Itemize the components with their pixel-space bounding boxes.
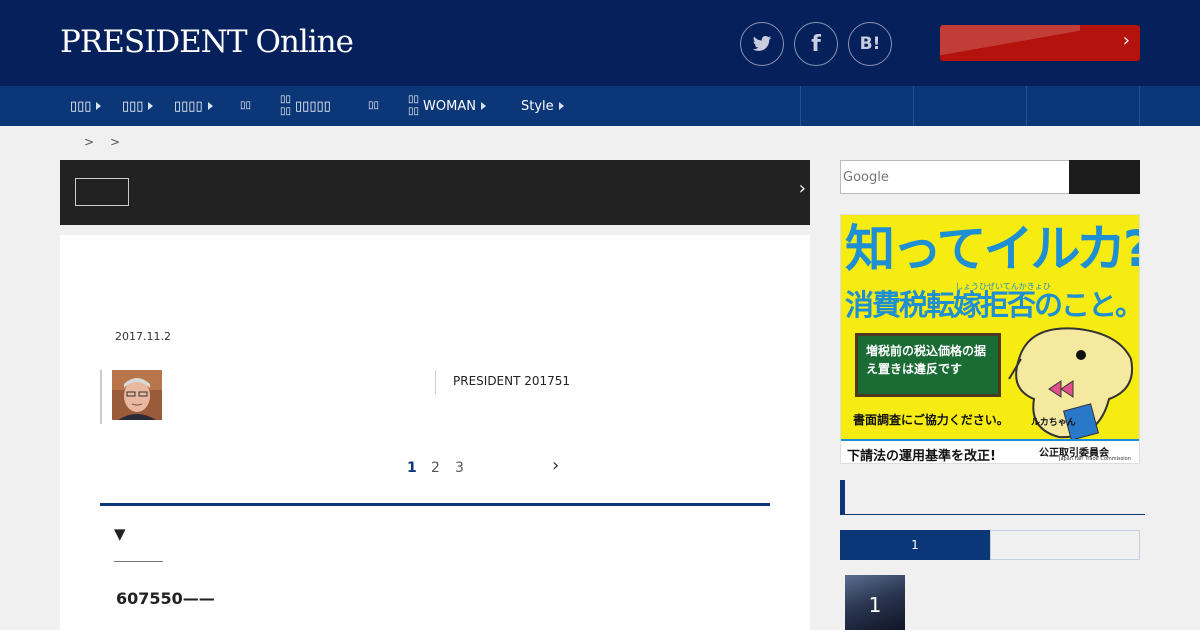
- ranking-thumbnail[interactable]: 1: [845, 575, 905, 630]
- section-divider: [100, 503, 770, 506]
- facebook-share-button[interactable]: f: [794, 22, 838, 66]
- caret-right-icon: [207, 102, 213, 110]
- facebook-icon: f: [811, 31, 821, 57]
- author-portrait-image: [112, 370, 162, 420]
- caret-right-icon: [96, 102, 102, 110]
- nav-item-label: ▯▯▯▯▯: [295, 98, 331, 114]
- nav-util-3[interactable]: [1026, 86, 1139, 126]
- nav-item-4[interactable]: ▯▯: [240, 86, 255, 126]
- header-cta-button[interactable]: ›: [940, 25, 1140, 61]
- ad-mascot-name: ルカちゃん: [1031, 418, 1076, 428]
- ad-title: 知ってイルカ?: [845, 220, 1140, 278]
- nav-item-label: ▯▯: [368, 100, 380, 111]
- ad-footer: 下請法の運用基準を改正! 公正取引委員会 Japan Fair Trade Co…: [841, 439, 1139, 464]
- page-link-1[interactable]: 1: [407, 460, 417, 476]
- nav-item-label: ▯▯▯: [70, 98, 92, 114]
- nav-item-label: WOMAN: [423, 98, 476, 114]
- site-header: PRESIDENT Online f B! ›: [0, 0, 1200, 86]
- article-heading: 607550——: [116, 589, 215, 608]
- next-page-button[interactable]: ›: [552, 455, 559, 476]
- ranking-heading: [840, 480, 1145, 515]
- nav-util-2[interactable]: [913, 86, 1026, 126]
- author-divider: [100, 370, 102, 424]
- nav-item-6[interactable]: ▯▯: [368, 86, 383, 126]
- ranking-tab-inactive[interactable]: [990, 530, 1140, 560]
- caret-right-icon: [480, 102, 486, 110]
- chevron-right-icon: ›: [1122, 30, 1130, 51]
- nav-item-label-bottom: ▯▯: [280, 106, 292, 117]
- chevron-right-icon: ›: [798, 178, 806, 199]
- source-divider: [435, 370, 436, 394]
- nav-item-label-bottom: ▯▯: [408, 106, 420, 117]
- sidebar-ad[interactable]: 知ってイルカ? しょうひぜいてんかきょひ 消費税転嫁拒否のこと。 増税前の税込価…: [840, 214, 1140, 464]
- ranking-tab-active[interactable]: 1: [840, 530, 990, 560]
- twitter-icon: [752, 36, 772, 51]
- caret-right-icon: [558, 102, 564, 110]
- breadcrumb: >>: [84, 135, 137, 149]
- caret-right-icon: [148, 102, 154, 110]
- ad-chalkboard: 増税前の税込価格の据え置きは違反です: [855, 333, 1001, 397]
- ad-footer-text: 下請法の運用基準を改正!: [847, 449, 996, 464]
- nav-item-label-top: ▯▯: [280, 94, 292, 105]
- twitter-share-button[interactable]: [740, 22, 784, 66]
- nav-item-style[interactable]: Style: [521, 86, 564, 126]
- nav-item-label: ▯▯: [240, 100, 252, 111]
- page-link-2[interactable]: 2: [431, 460, 440, 476]
- nav-item-label-top: ▯▯: [408, 94, 420, 105]
- nav-util-4[interactable]: [1139, 86, 1200, 126]
- article-body: 2017.11.2 PRESIDENT 201751 1 2 3 › ▼ 607…: [60, 235, 810, 630]
- author-avatar[interactable]: [112, 370, 162, 420]
- nav-item-5[interactable]: ▯▯ ▯▯ ▯▯▯▯▯: [280, 86, 331, 126]
- series-label-box: [75, 178, 129, 206]
- article-date: 2017.11.2: [115, 330, 171, 343]
- toc-toggle-icon[interactable]: ▼: [114, 525, 126, 543]
- ad-agency-en: Japan Fair Trade Commission: [1059, 456, 1131, 462]
- nav-item-label: ▯▯▯: [122, 98, 144, 114]
- nav-item-1[interactable]: ▯▯▯: [70, 86, 102, 126]
- nav-item-label: Style: [521, 98, 554, 114]
- nav-item-woman[interactable]: ▯▯ ▯▯ WOMAN: [408, 86, 486, 126]
- hatena-bookmark-icon: B!: [859, 34, 881, 54]
- ad-footnote: 書面調査にご協力ください。: [853, 413, 1009, 427]
- ranking-number: 1: [868, 593, 882, 617]
- page-link-3[interactable]: 3: [455, 460, 464, 476]
- article-source: PRESIDENT 201751: [453, 374, 571, 388]
- series-banner[interactable]: ›: [60, 160, 810, 225]
- nav-item-3[interactable]: ▯▯▯▯: [174, 86, 213, 126]
- hatena-bookmark-button[interactable]: B!: [848, 22, 892, 66]
- search-button[interactable]: [1069, 160, 1140, 194]
- site-logo[interactable]: PRESIDENT Online: [60, 22, 354, 62]
- toc-underline: [114, 561, 163, 562]
- nav-item-2[interactable]: ▯▯▯: [122, 86, 154, 126]
- site-search-input[interactable]: [840, 160, 1070, 194]
- nav-util-1[interactable]: [800, 86, 913, 126]
- nav-item-label: ▯▯▯▯: [174, 98, 203, 114]
